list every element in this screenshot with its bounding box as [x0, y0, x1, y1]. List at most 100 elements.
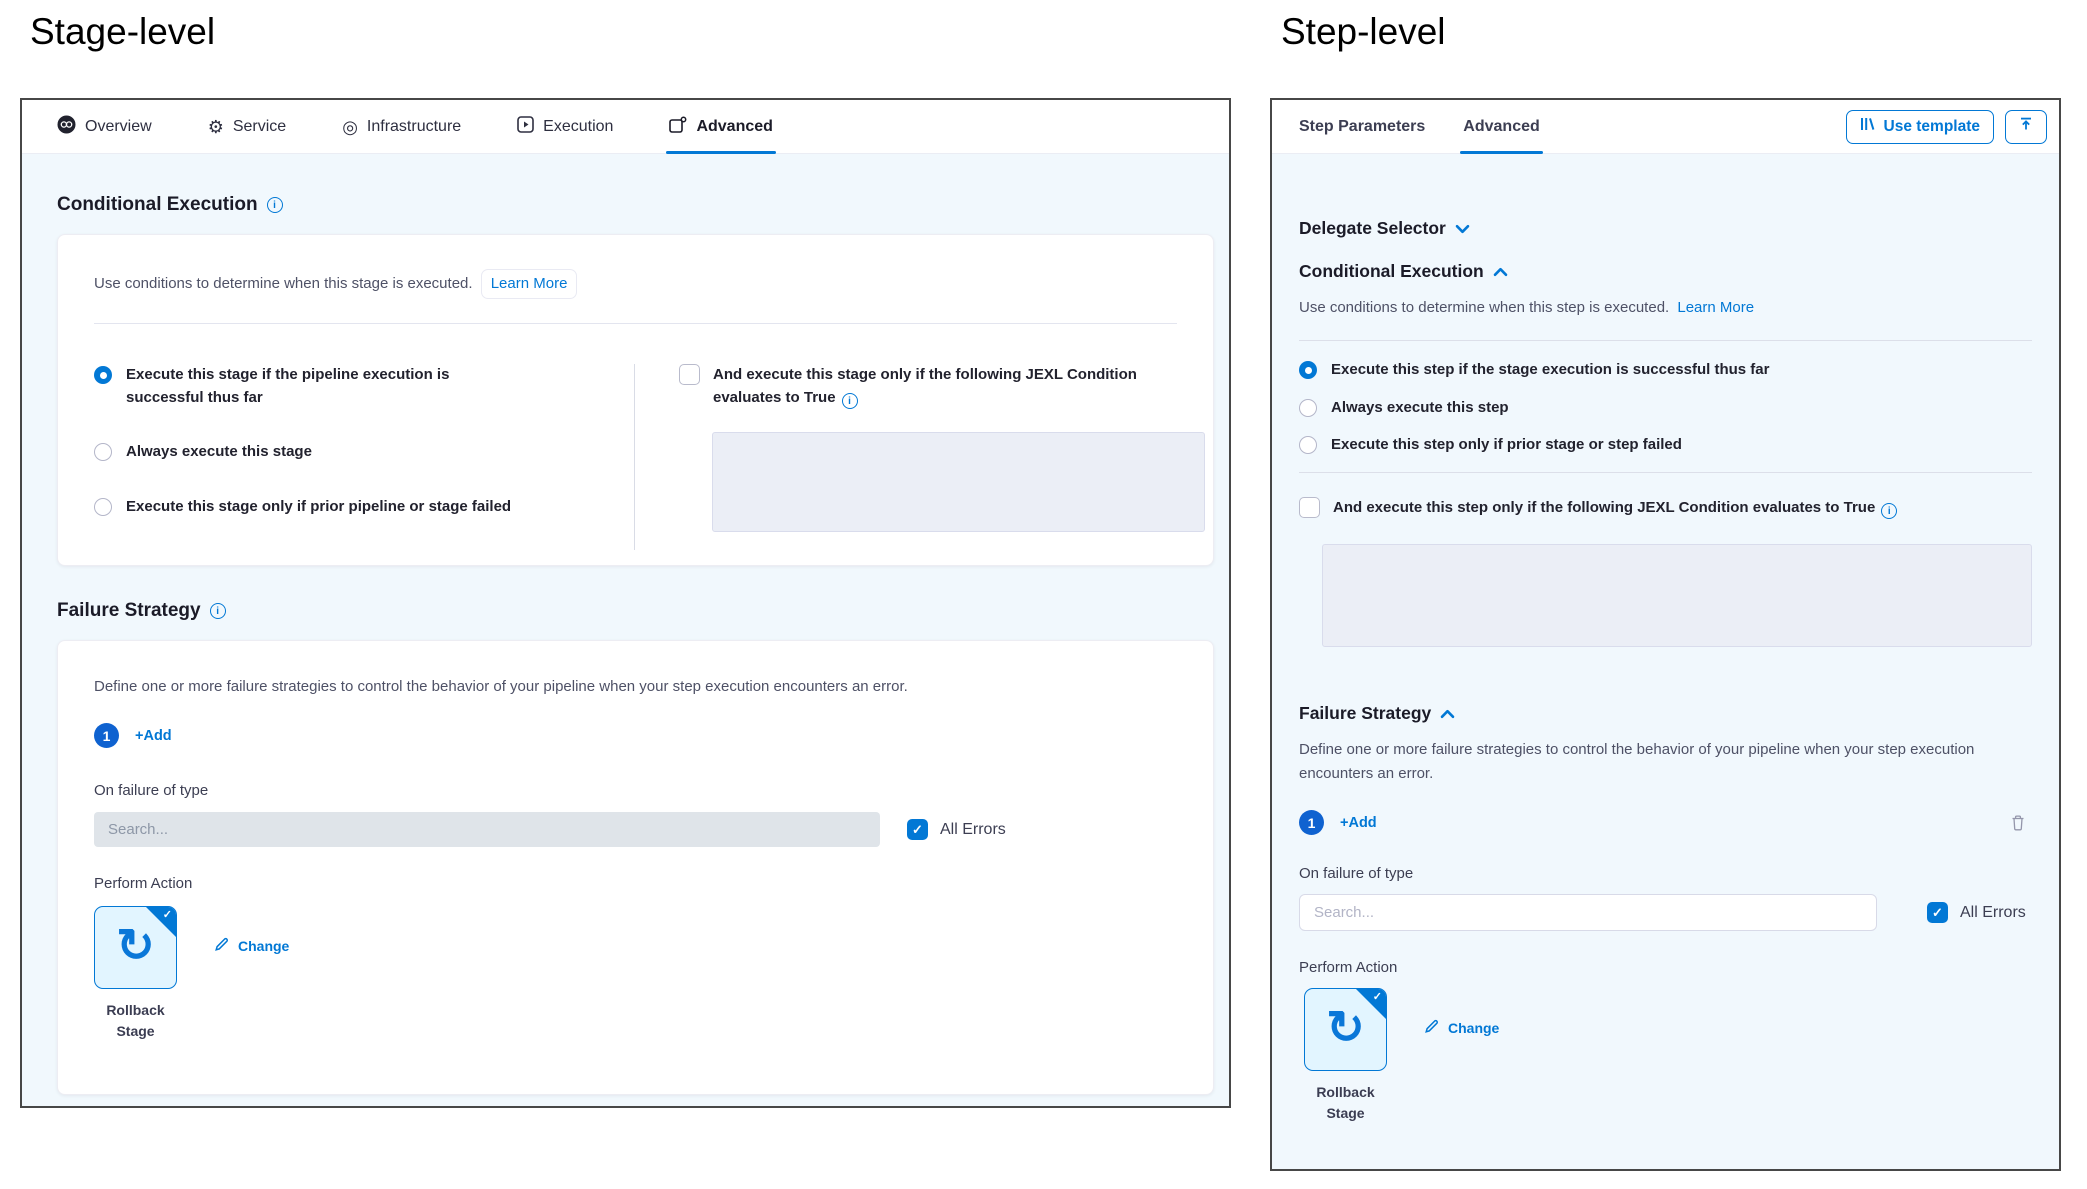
- pencil-icon: [214, 936, 230, 955]
- save-as-template-button[interactable]: [2005, 110, 2047, 144]
- info-icon[interactable]: i: [267, 197, 283, 213]
- delegate-selector-label: Delegate Selector: [1299, 218, 1446, 239]
- arrow-up-to-bar-icon: [2018, 116, 2034, 137]
- failure-strategy-header[interactable]: Failure Strategy: [1299, 703, 2032, 724]
- radio-row-success[interactable]: Execute this stage if the pipeline execu…: [94, 364, 634, 409]
- all-errors-label[interactable]: All Errors: [1960, 904, 2026, 922]
- strategy-count-badge[interactable]: 1: [94, 723, 119, 748]
- change-link-label: Change: [1448, 1020, 1499, 1036]
- step-advanced-panel: Step Parameters Advanced Use template De…: [1270, 98, 2061, 1171]
- all-errors-checkbox[interactable]: ✓: [907, 819, 928, 840]
- change-action-link[interactable]: Change: [1424, 1018, 1499, 1037]
- rollback-stage-caption: Rollback Stage: [1304, 1082, 1387, 1124]
- jexl-checkbox[interactable]: [679, 364, 700, 385]
- conditional-execution-title: Conditional Execution i: [57, 194, 1229, 216]
- strategy-add-row: 1 +Add: [1299, 810, 2032, 835]
- jexl-condition-input[interactable]: [712, 432, 1205, 532]
- radio-failed[interactable]: [94, 498, 112, 516]
- chevron-up-icon: [1493, 267, 1508, 277]
- use-template-label: Use template: [1884, 118, 1980, 136]
- rollback-stage-tile[interactable]: ↻ ✓: [1304, 988, 1387, 1071]
- tab-execution[interactable]: Execution: [517, 100, 613, 153]
- radio-failed-label[interactable]: Execute this stage only if prior pipelin…: [126, 496, 511, 519]
- overview-icon: [57, 115, 76, 139]
- stage-level-heading: Stage-level: [30, 11, 215, 53]
- jexl-checkbox-row[interactable]: And execute this stage only if the follo…: [679, 364, 1205, 409]
- failure-description: Define one or more failure strategies to…: [94, 675, 1177, 699]
- jexl-label-text: And execute this step only if the follow…: [1333, 499, 1875, 516]
- tab-service[interactable]: ⚙ Service: [208, 100, 287, 153]
- jexl-label: And execute this stage only if the follo…: [713, 364, 1193, 409]
- learn-more-link[interactable]: Learn More: [1677, 299, 1754, 316]
- radio-row-always[interactable]: Always execute this stage: [94, 441, 634, 464]
- divider: [94, 323, 1177, 324]
- all-errors-checkbox[interactable]: ✓: [1927, 902, 1948, 923]
- jexl-condition-block: And execute this stage only if the follo…: [635, 364, 1213, 550]
- failure-strategy-title-text: Failure Strategy: [57, 600, 201, 622]
- delegate-selector-header[interactable]: Delegate Selector: [1299, 218, 2032, 239]
- use-template-button[interactable]: Use template: [1846, 110, 1994, 144]
- failure-type-row: ✓ All Errors: [1299, 894, 2032, 931]
- conditional-execution-title-text: Conditional Execution: [1299, 261, 1484, 282]
- tab-overview-label: Overview: [85, 118, 152, 136]
- failure-strategy-title-text: Failure Strategy: [1299, 703, 1431, 724]
- check-icon: ✓: [163, 908, 172, 921]
- radio-success-label[interactable]: Execute this stage if the pipeline execu…: [126, 364, 456, 409]
- failure-type-search-input[interactable]: [1299, 894, 1877, 931]
- radio-always-label[interactable]: Always execute this step: [1331, 397, 1509, 420]
- step-level-heading: Step-level: [1281, 11, 1446, 53]
- radio-always[interactable]: [1299, 399, 1317, 417]
- divider: [1299, 472, 2032, 473]
- tab-infrastructure-label: Infrastructure: [367, 118, 461, 136]
- conditional-execution-title-text: Conditional Execution: [57, 194, 258, 216]
- tab-overview[interactable]: Overview: [57, 100, 152, 153]
- infrastructure-icon: ◎: [342, 118, 358, 136]
- radio-success-selected[interactable]: [94, 366, 112, 384]
- info-icon[interactable]: i: [210, 603, 226, 619]
- radio-row-failed[interactable]: Execute this step only if prior stage or…: [1299, 434, 2032, 457]
- step-tabbar: Step Parameters Advanced Use template: [1272, 100, 2059, 154]
- radio-row-always[interactable]: Always execute this step: [1299, 397, 2032, 420]
- stage-advanced-panel: Overview ⚙ Service ◎ Infrastructure Exec…: [20, 98, 1231, 1108]
- radio-always[interactable]: [94, 443, 112, 461]
- add-strategy-button[interactable]: +Add: [1340, 815, 1377, 831]
- radio-row-success[interactable]: Execute this step if the stage execution…: [1299, 359, 2032, 382]
- tab-service-label: Service: [233, 118, 286, 136]
- delete-strategy-button[interactable]: [2010, 814, 2026, 831]
- pencil-icon: [1424, 1018, 1440, 1037]
- tab-step-parameters-label: Step Parameters: [1299, 118, 1425, 136]
- tab-step-parameters[interactable]: Step Parameters: [1299, 100, 1425, 153]
- radio-success-label[interactable]: Execute this step if the stage execution…: [1331, 359, 1769, 382]
- strategy-count-badge[interactable]: 1: [1299, 810, 1324, 835]
- jexl-checkbox[interactable]: [1299, 497, 1320, 518]
- execution-play-icon: [517, 116, 534, 138]
- tab-advanced[interactable]: Advanced: [669, 100, 772, 153]
- learn-more-link[interactable]: Learn More: [491, 275, 568, 292]
- rollback-stage-tile[interactable]: ↻ ✓: [94, 906, 177, 989]
- tab-infrastructure[interactable]: ◎ Infrastructure: [342, 100, 461, 153]
- failure-strategy-title: Failure Strategy i: [57, 600, 1229, 622]
- stage-advanced-content: Conditional Execution i Use conditions t…: [22, 154, 1229, 1106]
- tab-advanced[interactable]: Advanced: [1463, 100, 1539, 153]
- jexl-condition-input[interactable]: [1322, 544, 2032, 647]
- change-action-link[interactable]: Change: [214, 936, 289, 955]
- radio-success-selected[interactable]: [1299, 361, 1317, 379]
- radio-failed[interactable]: [1299, 436, 1317, 454]
- info-icon[interactable]: i: [1881, 503, 1897, 519]
- jexl-label-text: And execute this stage only if the follo…: [713, 366, 1137, 406]
- info-icon[interactable]: i: [842, 393, 858, 409]
- add-strategy-button[interactable]: +Add: [135, 728, 172, 744]
- radio-row-failed[interactable]: Execute this stage only if prior pipelin…: [94, 496, 634, 519]
- perform-action-row: ↻ ✓ Rollback Stage Change: [94, 906, 1177, 1042]
- radio-always-label[interactable]: Always execute this stage: [126, 441, 312, 464]
- conditional-description-text: Use conditions to determine when this st…: [94, 275, 473, 292]
- conditional-execution-header[interactable]: Conditional Execution: [1299, 261, 2032, 282]
- radio-failed-label[interactable]: Execute this step only if prior stage or…: [1331, 434, 1682, 457]
- failure-type-search-input[interactable]: [94, 812, 880, 847]
- check-icon: ✓: [1373, 990, 1382, 1003]
- all-errors-label[interactable]: All Errors: [940, 821, 1006, 839]
- divider: [1299, 340, 2032, 341]
- conditional-description-text: Use conditions to determine when this st…: [1299, 299, 1669, 316]
- jexl-checkbox-row[interactable]: And execute this step only if the follow…: [1299, 497, 2032, 520]
- rollback-stage-caption: Rollback Stage: [94, 1000, 177, 1042]
